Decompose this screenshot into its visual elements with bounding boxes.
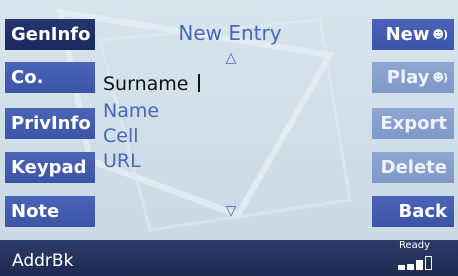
keypad-button[interactable]: Keypad bbox=[5, 152, 95, 183]
field-surname[interactable]: Surname bbox=[103, 73, 201, 95]
signal-bar-4 bbox=[425, 256, 432, 270]
status-label: AddrBk bbox=[12, 251, 74, 271]
play-button[interactable]: Play ☻) bbox=[372, 62, 454, 93]
export-button[interactable]: Export bbox=[372, 108, 454, 139]
ready-indicator: Ready bbox=[399, 240, 431, 251]
keypad-button-label: Keypad bbox=[11, 157, 87, 178]
export-button-label: Export bbox=[380, 113, 447, 134]
signal-bar-2 bbox=[407, 264, 414, 270]
person-speech-icon: ☻) bbox=[432, 28, 448, 41]
note-button-label: Note bbox=[11, 201, 60, 222]
screen: GenInfo Co. PrivInfo Keypad Note New ☻) … bbox=[0, 0, 458, 276]
company-button[interactable]: Co. bbox=[5, 62, 95, 93]
field-cell[interactable]: Cell bbox=[103, 125, 139, 147]
field-name[interactable]: Name bbox=[103, 100, 159, 122]
back-button-label: Back bbox=[398, 201, 447, 222]
scroll-up-icon[interactable]: △ bbox=[222, 50, 240, 66]
play-button-label: Play bbox=[386, 67, 430, 88]
signal-bar-3 bbox=[416, 260, 423, 270]
status-bar: AddrBk bbox=[0, 240, 458, 276]
back-button[interactable]: Back bbox=[372, 196, 454, 227]
field-name-label: Name bbox=[103, 100, 160, 122]
field-url[interactable]: URL bbox=[103, 150, 141, 172]
field-cell-label: Cell bbox=[103, 125, 139, 147]
new-button[interactable]: New ☻) bbox=[372, 19, 454, 50]
geninfo-button-label: GenInfo bbox=[11, 24, 91, 45]
person-speech-icon: ☻) bbox=[432, 71, 448, 84]
signal-strength-icon bbox=[398, 256, 432, 270]
field-url-label: URL bbox=[103, 150, 141, 172]
delete-button[interactable]: Delete bbox=[372, 152, 454, 183]
scroll-down-icon[interactable]: ▽ bbox=[222, 203, 240, 219]
privinfo-button-label: PrivInfo bbox=[11, 113, 91, 134]
geninfo-button[interactable]: GenInfo bbox=[5, 19, 95, 50]
privinfo-button[interactable]: PrivInfo bbox=[5, 108, 95, 139]
company-button-label: Co. bbox=[11, 67, 44, 88]
delete-button-label: Delete bbox=[380, 157, 447, 178]
new-button-label: New bbox=[385, 24, 430, 45]
text-cursor bbox=[198, 74, 201, 92]
page-title: New Entry bbox=[178, 21, 282, 45]
signal-bar-1 bbox=[398, 265, 405, 270]
note-button[interactable]: Note bbox=[5, 196, 95, 227]
field-surname-label: Surname bbox=[103, 73, 189, 95]
